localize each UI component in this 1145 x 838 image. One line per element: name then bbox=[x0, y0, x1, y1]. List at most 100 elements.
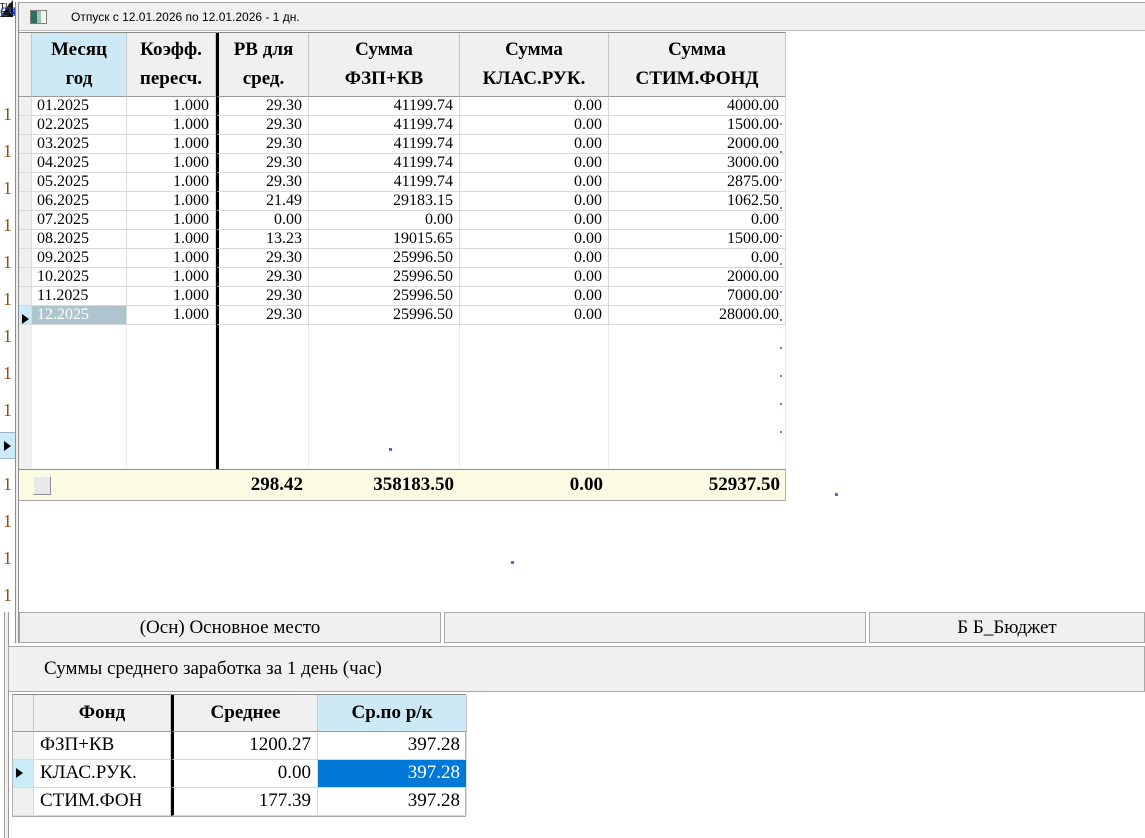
cell-average[interactable]: 177.39 bbox=[171, 788, 318, 816]
cell-month[interactable]: 05.2025 bbox=[32, 173, 127, 192]
cell-stim-fond[interactable]: 1500.00 bbox=[609, 230, 786, 249]
table-row[interactable]: 01.20251.00029.3041199.740.004000.00 bbox=[19, 97, 785, 116]
cell-klas-ruk[interactable]: 0.00 bbox=[460, 287, 609, 306]
cell-fzp-kv[interactable]: 25996.50 bbox=[309, 306, 460, 325]
cell-klas-ruk[interactable]: 0.00 bbox=[460, 230, 609, 249]
cell-rv[interactable]: 29.30 bbox=[216, 268, 309, 287]
row-gutter-cell[interactable] bbox=[19, 97, 32, 116]
cell-month[interactable]: 10.2025 bbox=[32, 268, 127, 287]
cell-stim-fond[interactable]: 7000.00 bbox=[609, 287, 786, 306]
cell-coeff[interactable]: 1.000 bbox=[127, 97, 216, 116]
cell-coeff[interactable]: 1.000 bbox=[127, 116, 216, 135]
cell-fzp-kv[interactable]: 29183.15 bbox=[309, 192, 460, 211]
cell-stim-fond[interactable]: 3000.00 bbox=[609, 154, 786, 173]
cell-klas-ruk[interactable]: 0.00 bbox=[460, 268, 609, 287]
cell-fzp-kv[interactable]: 25996.50 bbox=[309, 268, 460, 287]
cell-rv[interactable]: 29.30 bbox=[216, 135, 309, 154]
row-gutter-cell[interactable] bbox=[19, 211, 32, 230]
cell-avg-rk[interactable]: 397.28 bbox=[318, 732, 467, 760]
cell-avg-rk[interactable]: 397.28 bbox=[318, 760, 467, 788]
table-row[interactable]: 08.20251.00013.2319015.650.001500.00 bbox=[19, 230, 785, 249]
cell-klas-ruk[interactable]: 0.00 bbox=[460, 211, 609, 230]
cell-average[interactable]: 0.00 bbox=[171, 760, 318, 788]
cell-klas-ruk[interactable]: 0.00 bbox=[460, 173, 609, 192]
cell-month[interactable]: 08.2025 bbox=[32, 230, 127, 249]
cell-fund[interactable]: КЛАС.РУК. bbox=[34, 760, 171, 788]
cell-stim-fond[interactable]: 2000.00 bbox=[609, 135, 786, 154]
cell-month[interactable]: 03.2025 bbox=[32, 135, 127, 154]
row-gutter-cell[interactable] bbox=[19, 230, 32, 249]
cell-klas-ruk[interactable]: 0.00 bbox=[460, 154, 609, 173]
cell-month[interactable]: 11.2025 bbox=[32, 287, 127, 306]
cell-fzp-kv[interactable]: 0.00 bbox=[309, 211, 460, 230]
table-row[interactable]: 02.20251.00029.3041199.740.001500.00 bbox=[19, 116, 785, 135]
table-row[interactable]: 03.20251.00029.3041199.740.002000.00 bbox=[19, 135, 785, 154]
cell-rv[interactable]: 0.00 bbox=[216, 211, 309, 230]
cell-rv[interactable]: 29.30 bbox=[216, 287, 309, 306]
cell-fzp-kv[interactable]: 41199.74 bbox=[309, 116, 460, 135]
row-gutter-cell[interactable] bbox=[13, 732, 34, 760]
table-row[interactable]: 12.20251.00029.3025996.500.0028000.00 bbox=[19, 306, 785, 325]
cell-stim-fond[interactable]: 4000.00 bbox=[609, 97, 786, 116]
cell-stim-fond[interactable]: 1062.50 bbox=[609, 192, 786, 211]
cell-stim-fond[interactable]: 2875.00 bbox=[609, 173, 786, 192]
cell-rv[interactable]: 29.30 bbox=[216, 97, 309, 116]
table-row[interactable]: 11.20251.00029.3025996.500.007000.00 bbox=[19, 287, 785, 306]
cell-klas-ruk[interactable]: 0.00 bbox=[460, 306, 609, 325]
cell-month[interactable]: 12.2025 bbox=[32, 306, 127, 325]
cell-month[interactable]: 09.2025 bbox=[32, 249, 127, 268]
cell-klas-ruk[interactable]: 0.00 bbox=[460, 116, 609, 135]
table-row[interactable]: 04.20251.00029.3041199.740.003000.00 bbox=[19, 154, 785, 173]
table-row[interactable]: КЛАС.РУК.0.00397.28 bbox=[13, 760, 465, 788]
cell-rv[interactable]: 21.49 bbox=[216, 192, 309, 211]
window-titlebar[interactable]: Отпуск с 12.01.2026 по 12.01.2026 - 1 дн… bbox=[19, 2, 1145, 31]
row-gutter-cell[interactable] bbox=[13, 788, 34, 816]
cell-klas-ruk[interactable]: 0.00 bbox=[460, 249, 609, 268]
cell-stim-fond[interactable]: 1500.00 bbox=[609, 116, 786, 135]
cell-stim-fond[interactable]: 28000.00 bbox=[609, 306, 786, 325]
table-row[interactable]: 07.20251.0000.000.000.000.00 bbox=[19, 211, 785, 230]
table-row[interactable]: 10.20251.00029.3025996.500.002000.00 bbox=[19, 268, 785, 287]
cell-coeff[interactable]: 1.000 bbox=[127, 268, 216, 287]
table-row[interactable]: СТИМ.ФОН177.39397.28 bbox=[13, 788, 465, 816]
row-gutter-cell[interactable] bbox=[19, 173, 32, 192]
row-gutter-cell[interactable] bbox=[19, 306, 32, 325]
cell-stim-fond[interactable]: 0.00 bbox=[609, 211, 786, 230]
row-gutter-cell[interactable] bbox=[19, 268, 32, 287]
cell-rv[interactable]: 29.30 bbox=[216, 249, 309, 268]
cell-month[interactable]: 06.2025 bbox=[32, 192, 127, 211]
cell-fzp-kv[interactable]: 25996.50 bbox=[309, 287, 460, 306]
row-gutter-cell[interactable] bbox=[19, 154, 32, 173]
cell-month[interactable]: 02.2025 bbox=[32, 116, 127, 135]
cell-fzp-kv[interactable]: 41199.74 bbox=[309, 135, 460, 154]
cell-month[interactable]: 07.2025 bbox=[32, 211, 127, 230]
row-gutter-cell[interactable] bbox=[19, 287, 32, 306]
cell-coeff[interactable]: 1.000 bbox=[127, 135, 216, 154]
cell-klas-ruk[interactable]: 0.00 bbox=[460, 135, 609, 154]
cell-rv[interactable]: 13.23 bbox=[216, 230, 309, 249]
cell-klas-ruk[interactable]: 0.00 bbox=[460, 192, 609, 211]
cell-rv[interactable]: 29.30 bbox=[216, 173, 309, 192]
row-gutter-cell[interactable] bbox=[19, 192, 32, 211]
cell-month[interactable]: 04.2025 bbox=[32, 154, 127, 173]
cell-fzp-kv[interactable]: 41199.74 bbox=[309, 97, 460, 116]
cell-coeff[interactable]: 1.000 bbox=[127, 287, 216, 306]
table-row[interactable]: 06.20251.00021.4929183.150.001062.50 bbox=[19, 192, 785, 211]
table-row[interactable]: 09.20251.00029.3025996.500.000.00 bbox=[19, 249, 785, 268]
cell-avg-rk[interactable]: 397.28 bbox=[318, 788, 467, 816]
cell-klas-ruk[interactable]: 0.00 bbox=[460, 97, 609, 116]
cell-rv[interactable]: 29.30 bbox=[216, 154, 309, 173]
row-gutter-cell[interactable] bbox=[19, 135, 32, 154]
table-row[interactable]: 05.20251.00029.3041199.740.002875.00 bbox=[19, 173, 785, 192]
cell-stim-fond[interactable]: 0.00 bbox=[609, 249, 786, 268]
row-gutter-cell[interactable] bbox=[19, 249, 32, 268]
cell-coeff[interactable]: 1.000 bbox=[127, 249, 216, 268]
cell-fzp-kv[interactable]: 41199.74 bbox=[309, 154, 460, 173]
row-gutter-cell[interactable] bbox=[19, 116, 32, 135]
cell-fzp-kv[interactable]: 41199.74 bbox=[309, 173, 460, 192]
cell-coeff[interactable]: 1.000 bbox=[127, 154, 216, 173]
cell-rv[interactable]: 29.30 bbox=[216, 306, 309, 325]
cell-coeff[interactable]: 1.000 bbox=[127, 211, 216, 230]
row-gutter-cell[interactable] bbox=[13, 760, 34, 788]
cell-coeff[interactable]: 1.000 bbox=[127, 173, 216, 192]
